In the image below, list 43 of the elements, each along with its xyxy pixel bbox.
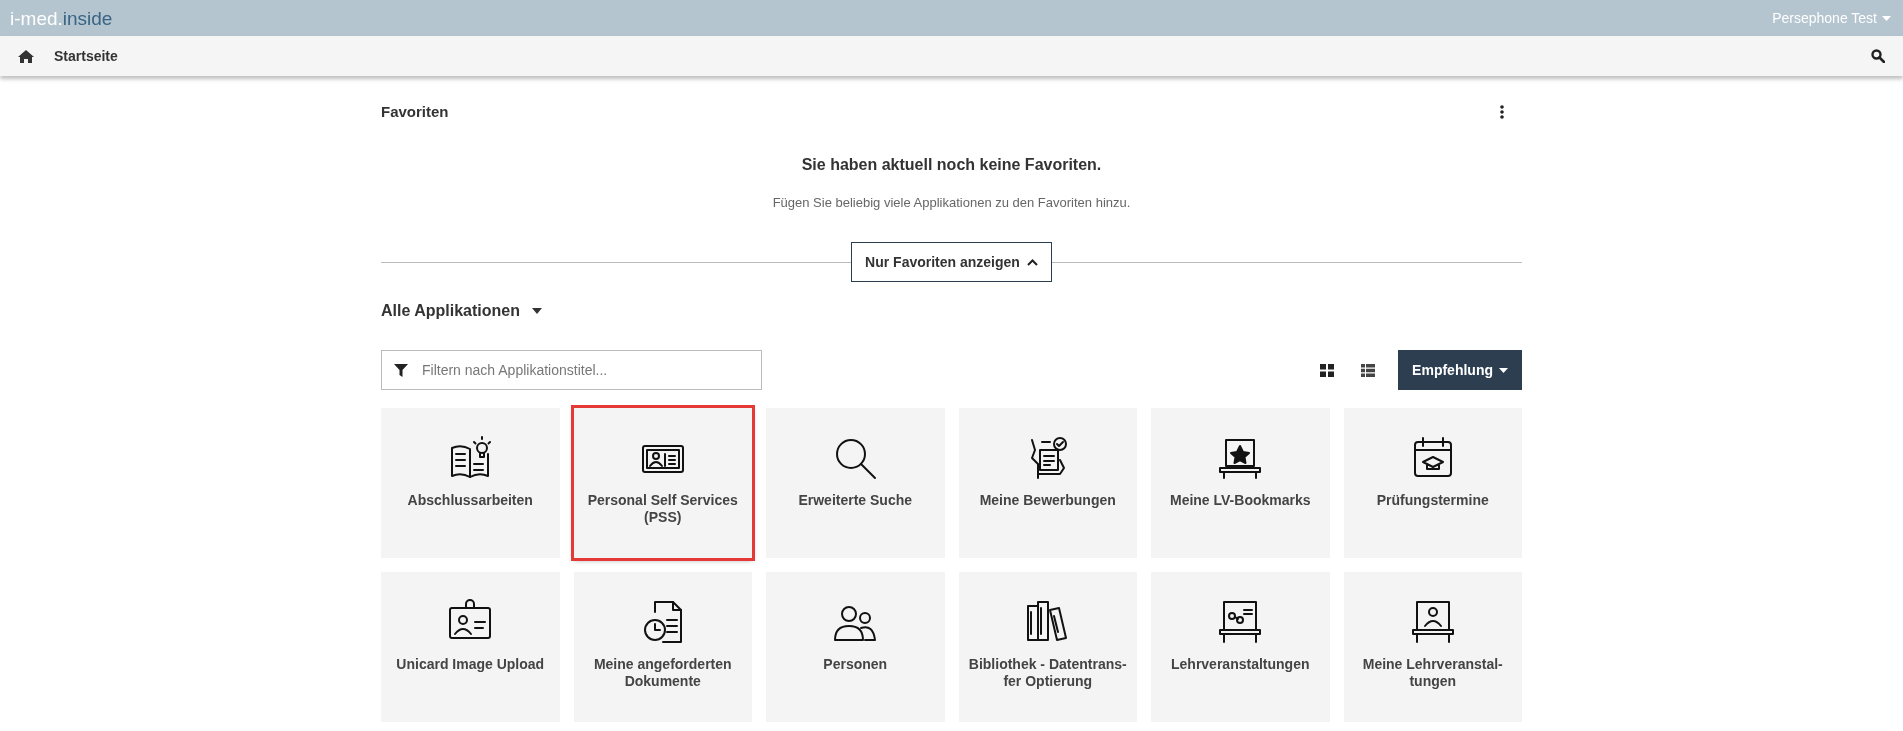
show-favorites-toggle[interactable]: Nur Favoriten anzeigen — [851, 242, 1052, 282]
caret-icon — [1882, 15, 1891, 21]
tile-label: Meine Lehrveranstal- tungen — [1361, 656, 1504, 690]
tile-label: Abschlussarbeiten — [406, 492, 534, 509]
tile-label: Meine angeforderten Dokumente — [592, 656, 733, 690]
application-tile[interactable]: Abschlussarbeiten — [381, 408, 560, 558]
caret-icon — [1499, 367, 1508, 373]
tile-label: Lehrveranstaltungen — [1170, 656, 1311, 673]
tile-label: Unicard Image Upload — [395, 656, 546, 673]
empty-title: Sie haben aktuell noch keine Favoriten. — [800, 154, 1103, 175]
grid-view-icon[interactable] — [1320, 363, 1335, 377]
more-options-icon[interactable] — [1500, 105, 1504, 120]
application-tile[interactable]: Meine Lehrveranstal- tungen — [1343, 572, 1522, 722]
chevron-up-icon — [1026, 258, 1038, 266]
application-tile[interactable]: Lehrveranstaltungen — [1151, 572, 1330, 722]
section-title: Favoriten — [381, 102, 449, 122]
tile-label: Personal Self Services (PSS) — [586, 492, 739, 526]
tile-label: Bibliothek - Datentrans- fer Optierung — [967, 656, 1128, 690]
tile-label: Meine Bewerbungen — [978, 492, 1117, 509]
tile-label: Meine LV-Bookmarks — [1168, 492, 1312, 509]
application-tile[interactable]: Personal Self Services (PSS) — [573, 408, 752, 558]
application-tile[interactable]: Meine LV-Bookmarks — [1151, 408, 1330, 558]
list-view-icon[interactable] — [1361, 363, 1376, 377]
application-tile[interactable]: Bibliothek - Datentrans- fer Optierung — [958, 572, 1137, 722]
sort-dropdown[interactable]: Empfehlung — [1398, 350, 1522, 390]
breadcrumb[interactable]: Startseite — [54, 45, 118, 67]
section-dropdown[interactable]: Alle Applikationen — [381, 299, 542, 323]
application-tile[interactable]: Prüfungstermine — [1343, 408, 1522, 558]
filter-icon — [394, 364, 408, 377]
application-tile[interactable]: Meine Bewerbungen — [958, 408, 1137, 558]
application-tile[interactable]: Erweiterte Suche — [766, 408, 945, 558]
tile-label: Personen — [822, 656, 889, 673]
tile-label: Prüfungstermine — [1375, 492, 1490, 509]
logo[interactable]: i-med.inside — [10, 8, 113, 28]
application-tile[interactable]: Unicard Image Upload — [381, 572, 560, 722]
application-tile[interactable]: Personen — [766, 572, 945, 722]
filter-field[interactable]: Filtern nach Applikationstitel... — [381, 350, 762, 390]
tile-label: Erweiterte Suche — [797, 492, 914, 509]
empty-text: Fügen Sie beliebig viele Applikationen zu den Favoriten hinzu. — [771, 193, 1132, 212]
search-icon[interactable] — [1871, 49, 1885, 63]
application-tile[interactable]: Meine angeforderten Dokumente — [573, 572, 752, 722]
caret-icon — [532, 308, 542, 314]
home-icon[interactable] — [18, 49, 34, 63]
